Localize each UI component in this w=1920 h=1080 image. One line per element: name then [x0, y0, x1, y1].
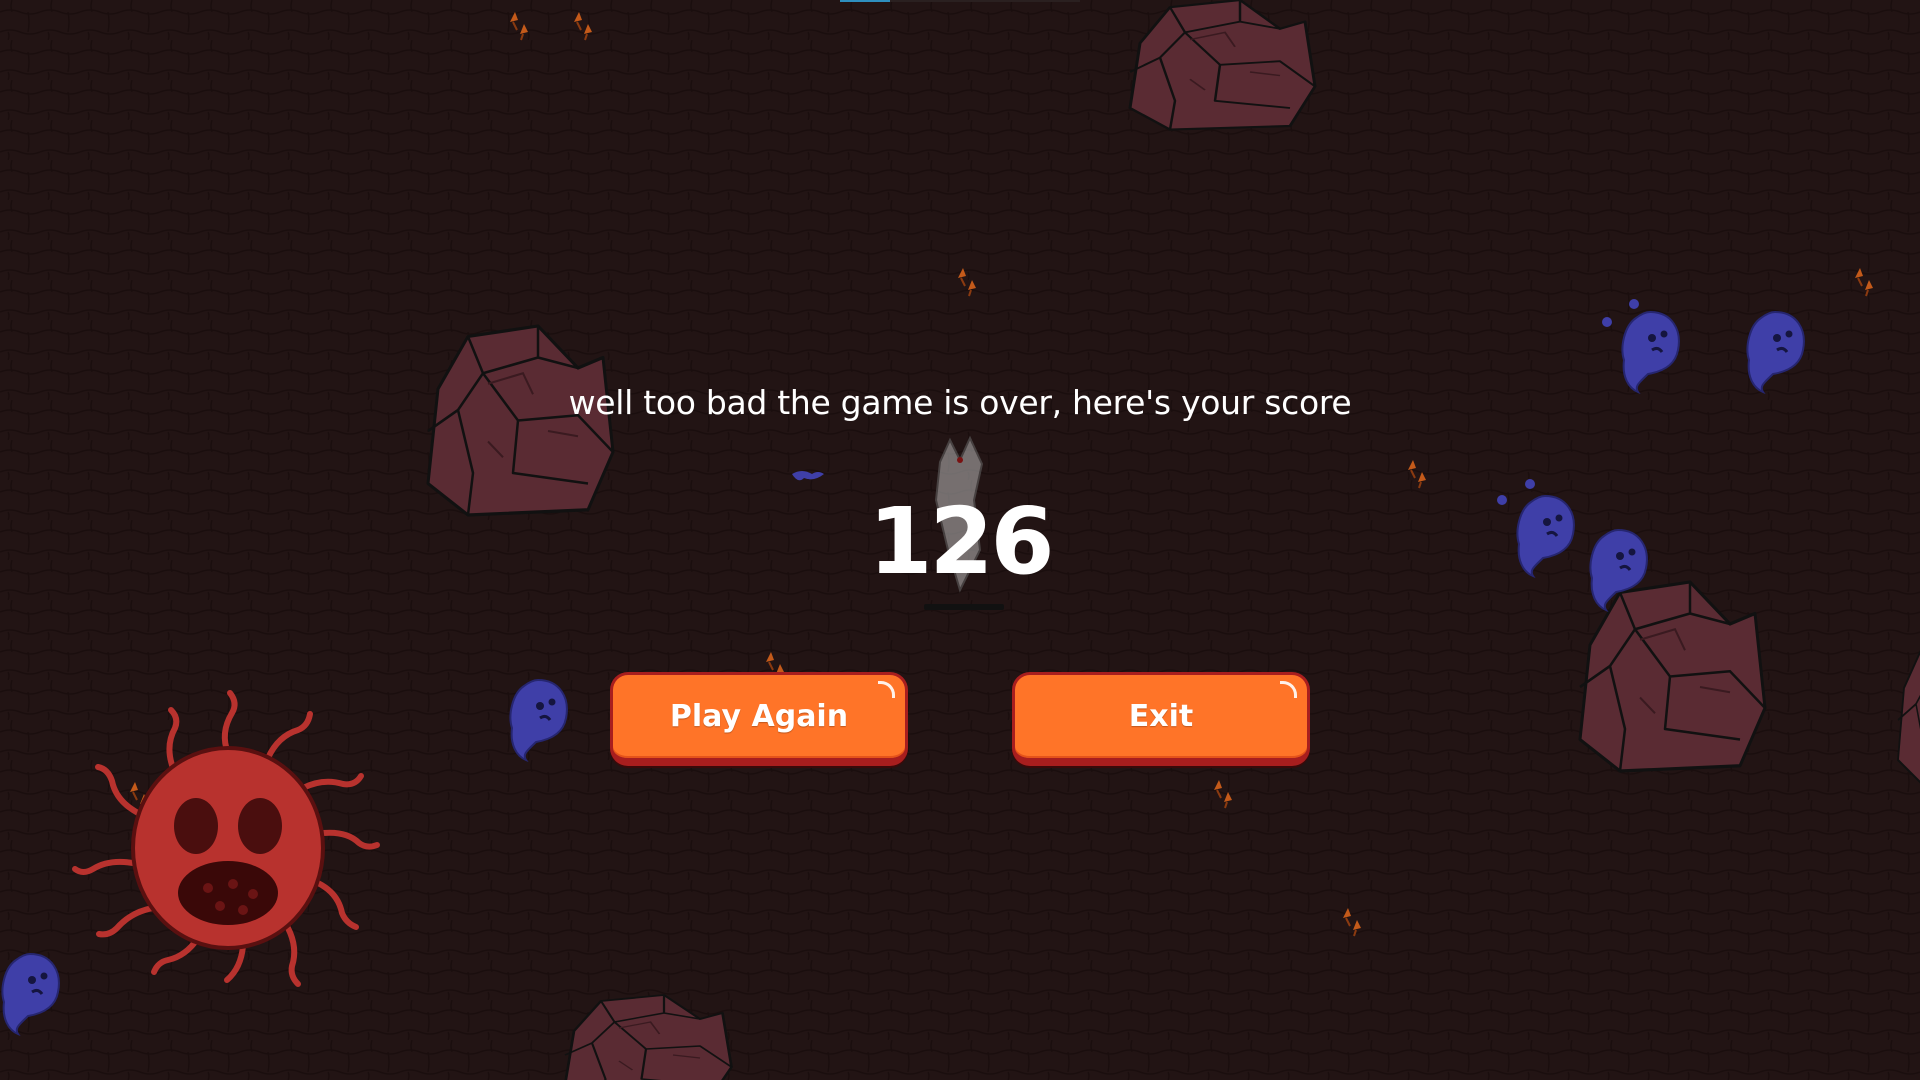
final-score: 126	[868, 488, 1054, 595]
game-stage: well too bad the game is over, here's yo…	[0, 0, 1920, 1080]
game-over-message: well too bad the game is over, here's yo…	[568, 383, 1352, 422]
exit-button[interactable]: Exit	[1012, 672, 1310, 766]
exit-label: Exit	[1128, 699, 1194, 734]
button-shine	[878, 681, 895, 698]
score-underline	[924, 604, 1004, 610]
play-again-label: Play Again	[669, 699, 849, 734]
button-shine	[1280, 681, 1297, 698]
play-again-button[interactable]: Play Again	[610, 672, 908, 766]
